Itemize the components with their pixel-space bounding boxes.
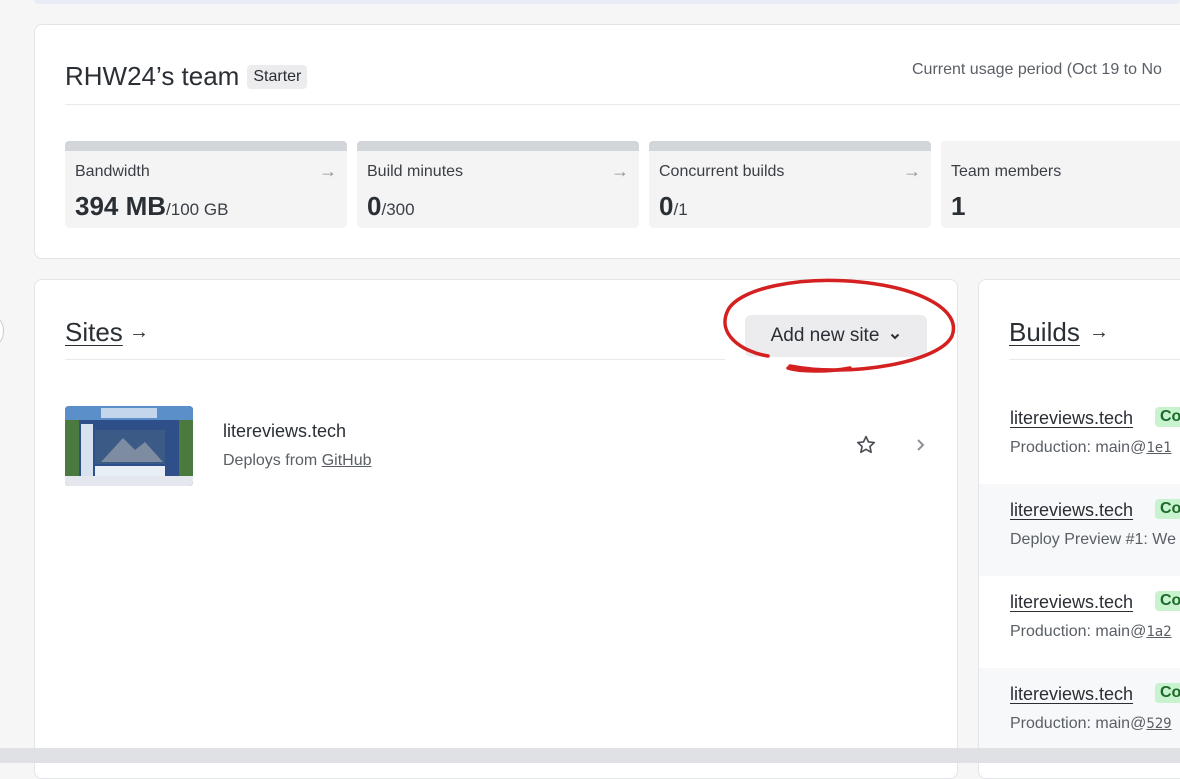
stat-label: Team members	[951, 163, 1062, 180]
deploys-from-label: Deploys from	[223, 452, 318, 469]
stat-label: Concurrent builds	[659, 163, 785, 180]
team-overview-card: RHW24’s team Starter Current usage perio…	[34, 24, 1180, 259]
build-description: Production: main@1a2	[1010, 623, 1172, 640]
arrow-right-icon: →	[1089, 321, 1109, 343]
build-site-name[interactable]: litereviews.tech	[1010, 408, 1133, 429]
build-status-badge: Co	[1155, 499, 1180, 519]
os-taskbar	[0, 748, 1180, 763]
plan-badge: Starter	[247, 64, 308, 89]
arrow-right-icon: →	[319, 161, 337, 181]
usage-bar	[357, 141, 639, 151]
sites-title-link[interactable]: Sites	[65, 317, 123, 348]
build-row[interactable]: litereviews.tech Co Production: main@1e1	[979, 392, 1180, 484]
usage-bar	[941, 141, 1180, 151]
star-icon[interactable]	[855, 434, 877, 456]
build-description: Production: main@1e1	[1010, 439, 1172, 456]
build-status-badge: Co	[1155, 591, 1180, 611]
build-description: Deploy Preview #1: We	[1010, 531, 1176, 548]
build-site-name[interactable]: litereviews.tech	[1010, 684, 1133, 705]
stat-label: Build minutes	[367, 163, 464, 180]
chevron-down-icon	[891, 333, 900, 340]
usage-bar	[649, 141, 931, 151]
build-description: Production: main@529	[1010, 715, 1172, 732]
add-new-site-label: Add new site	[770, 325, 880, 346]
stat-team-members[interactable]: Team members 1	[941, 141, 1180, 228]
github-link[interactable]: GitHub	[322, 452, 372, 469]
builds-card: Builds → litereviews.tech Co Production:…	[978, 279, 1180, 779]
divider	[65, 104, 1180, 105]
builds-title-link[interactable]: Builds	[1009, 317, 1080, 348]
site-name[interactable]: litereviews.tech	[223, 421, 346, 442]
usage-period-text: Current usage period (Oct 19 to No	[912, 61, 1162, 78]
arrow-right-icon: →	[129, 321, 149, 343]
top-banner-strip	[34, 0, 1180, 4]
usage-bar	[65, 141, 347, 151]
arrow-right-icon: →	[611, 161, 629, 181]
sites-card: Sites → Add new site litereviews.tech De…	[34, 279, 958, 779]
site-deploy-source: Deploys from GitHub	[223, 452, 372, 470]
divider	[1009, 359, 1180, 360]
stat-label: Bandwidth	[75, 163, 150, 180]
build-row[interactable]: litereviews.tech Co Deploy Preview #1: W…	[979, 484, 1180, 576]
stat-build-minutes[interactable]: Build minutes → 0/300	[357, 141, 639, 228]
build-row[interactable]: litereviews.tech Co Production: main@1a2	[979, 576, 1180, 668]
add-new-site-button[interactable]: Add new site	[745, 315, 927, 357]
stat-value: 0/300	[367, 191, 415, 221]
build-status-badge: Co	[1155, 683, 1180, 703]
stat-bandwidth[interactable]: Bandwidth → 394 MB/100 GB	[65, 141, 347, 228]
arrow-right-icon: →	[903, 161, 921, 181]
build-site-name[interactable]: litereviews.tech	[1010, 592, 1133, 613]
stat-value: 394 MB/100 GB	[75, 191, 229, 221]
site-thumbnail[interactable]	[65, 406, 193, 486]
team-name: RHW24’s team	[65, 61, 240, 91]
stat-value: 0/1	[659, 191, 688, 221]
divider	[65, 359, 725, 360]
build-status-badge: Co	[1155, 407, 1180, 427]
sidebar-toggle-button[interactable]	[0, 318, 4, 344]
stat-value: 1	[951, 191, 966, 221]
build-row[interactable]: litereviews.tech Co Production: main@529	[979, 668, 1180, 760]
chevron-right-icon[interactable]	[913, 437, 927, 453]
build-site-name[interactable]: litereviews.tech	[1010, 500, 1133, 521]
stat-concurrent-builds[interactable]: Concurrent builds → 0/1	[649, 141, 931, 228]
team-header: RHW24’s team Starter	[65, 61, 308, 92]
